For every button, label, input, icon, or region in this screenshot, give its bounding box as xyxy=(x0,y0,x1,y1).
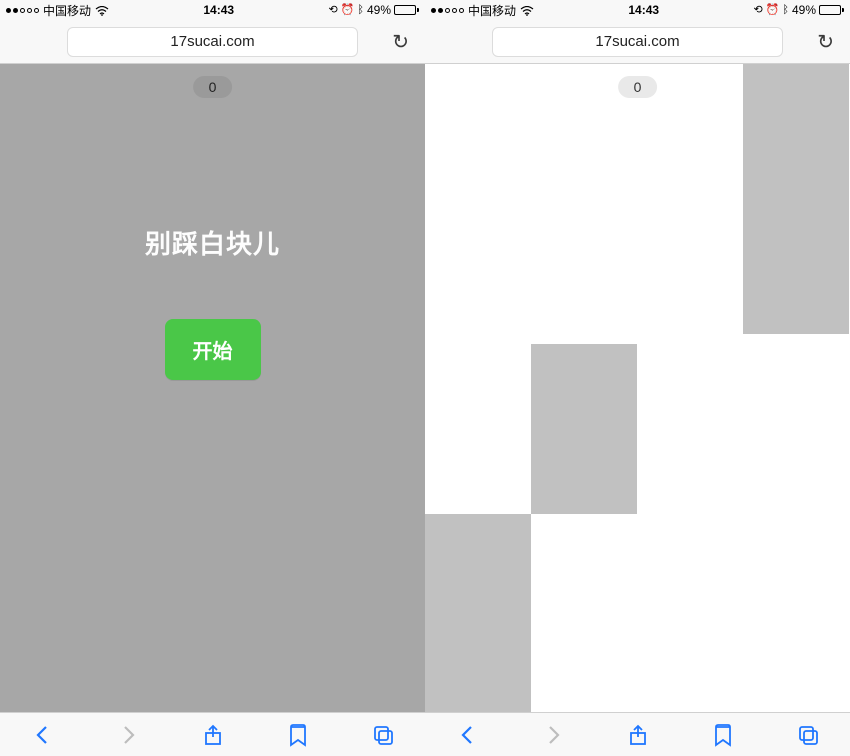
status-time: 14:43 xyxy=(203,3,234,17)
back-button[interactable] xyxy=(23,715,63,755)
tabs-button[interactable] xyxy=(363,715,403,755)
url-text: 17sucai.com xyxy=(595,33,679,50)
url-field[interactable]: 17sucai.com xyxy=(492,27,784,57)
forward-button[interactable] xyxy=(533,715,573,755)
score-badge: 0 xyxy=(618,76,658,98)
alarm-icon: ⏰ xyxy=(341,5,355,16)
browser-toolbar: 17sucai.com ↻ xyxy=(425,20,850,64)
signal-icon xyxy=(431,8,464,13)
refresh-icon[interactable]: ↻ xyxy=(392,29,409,54)
status-time: 14:43 xyxy=(628,3,659,17)
url-text: 17sucai.com xyxy=(170,33,254,50)
bluetooth-icon: ᛒ xyxy=(782,5,789,16)
share-button[interactable] xyxy=(193,715,233,755)
score-badge: 0 xyxy=(193,76,233,98)
status-left: 中国移动 xyxy=(6,2,109,19)
carrier-label: 中国移动 xyxy=(43,2,91,19)
status-right: ⟲ ⏰ ᛒ 49% xyxy=(753,3,844,17)
game-title: 别踩白块儿 xyxy=(145,224,280,261)
game-tile[interactable] xyxy=(743,64,849,334)
status-left: 中国移动 xyxy=(431,2,534,19)
start-button[interactable]: 开始 xyxy=(165,319,261,380)
orientation-lock-icon: ⟲ xyxy=(328,5,337,16)
share-button[interactable] xyxy=(618,715,658,755)
game-menu-content: 0 别踩白块儿 开始 xyxy=(0,64,425,712)
wifi-icon xyxy=(520,5,534,15)
back-button[interactable] xyxy=(448,715,488,755)
url-field[interactable]: 17sucai.com xyxy=(67,27,359,57)
tabs-button[interactable] xyxy=(788,715,828,755)
battery-icon xyxy=(819,5,844,15)
forward-button[interactable] xyxy=(108,715,148,755)
bookmarks-button[interactable] xyxy=(278,715,318,755)
signal-icon xyxy=(6,8,39,13)
score-value: 0 xyxy=(634,79,642,95)
start-button-label: 开始 xyxy=(193,341,233,363)
battery-percent: 49% xyxy=(367,3,391,17)
screen-right-gameplay: 中国移动 14:43 ⟲ ⏰ ᛒ 49% 17sucai.com ↻ 0 xyxy=(425,0,850,756)
safari-tab-bar xyxy=(0,712,425,756)
browser-toolbar: 17sucai.com ↻ xyxy=(0,20,425,64)
battery-percent: 49% xyxy=(792,3,816,17)
orientation-lock-icon: ⟲ xyxy=(753,5,762,16)
alarm-icon: ⏰ xyxy=(766,5,780,16)
score-value: 0 xyxy=(209,79,217,95)
battery-icon xyxy=(394,5,419,15)
bluetooth-icon: ᛒ xyxy=(357,5,364,16)
bookmarks-button[interactable] xyxy=(703,715,743,755)
status-right: ⟲ ⏰ ᛒ 49% xyxy=(328,3,419,17)
carrier-label: 中国移动 xyxy=(468,2,516,19)
game-board[interactable]: 0 xyxy=(425,64,850,712)
safari-tab-bar xyxy=(425,712,850,756)
status-bar: 中国移动 14:43 ⟲ ⏰ ᛒ 49% xyxy=(0,0,425,20)
refresh-icon[interactable]: ↻ xyxy=(817,29,834,54)
screen-left-menu: 中国移动 14:43 ⟲ ⏰ ᛒ 49% 17sucai.com ↻ 0 别踩白… xyxy=(0,0,425,756)
game-tile[interactable] xyxy=(531,344,637,514)
game-tile[interactable] xyxy=(425,514,531,712)
wifi-icon xyxy=(95,5,109,15)
status-bar: 中国移动 14:43 ⟲ ⏰ ᛒ 49% xyxy=(425,0,850,20)
